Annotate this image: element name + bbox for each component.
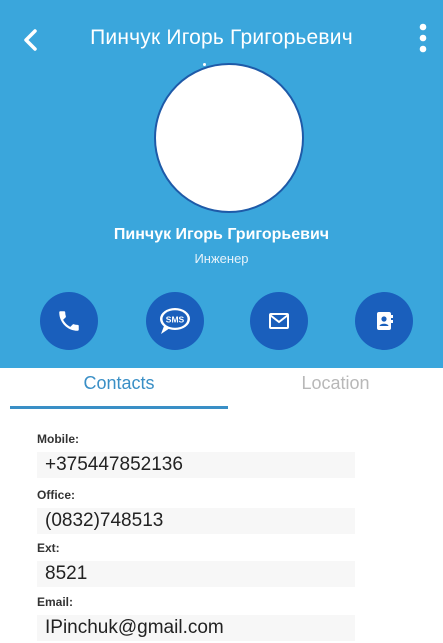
phone-icon	[59, 311, 79, 331]
sms-icon-label: SMS	[166, 315, 185, 325]
tab-location[interactable]: Location	[228, 368, 443, 412]
ext-value[interactable]: 8521	[37, 561, 355, 587]
sms-button[interactable]: SMS	[146, 292, 204, 350]
mobile-label: Mobile:	[37, 432, 79, 446]
contact-name: Пинчук Игорь Григорьевич	[113, 226, 330, 243]
profile-header: Пинчук Игорь Григорьевич Пинчук Игорь Гр…	[0, 0, 443, 368]
mobile-value[interactable]: +375447852136	[37, 452, 355, 478]
contact-position: Инженер	[194, 251, 249, 266]
contact-card-button[interactable]	[355, 292, 413, 350]
email-value[interactable]: IPinchuk@gmail.com	[37, 615, 355, 641]
page-title: Пинчук Игорь Григорьевич	[90, 26, 353, 49]
top-app-bar: Пинчук Игорь Григорьевич	[0, 0, 443, 72]
office-value[interactable]: (0832)748513	[37, 508, 355, 534]
sms-icon: SMS	[160, 308, 190, 334]
avatar	[154, 63, 304, 213]
ext-label: Ext:	[37, 541, 60, 555]
call-button[interactable]	[40, 292, 98, 350]
email-button[interactable]	[250, 292, 308, 350]
more-options-button[interactable]	[409, 18, 437, 58]
contact-card-icon	[377, 312, 393, 330]
email-label: Email:	[37, 595, 74, 609]
office-label: Office:	[37, 488, 76, 502]
mail-icon	[269, 313, 289, 329]
active-tab-indicator	[10, 406, 228, 409]
more-vert-icon	[419, 23, 427, 53]
